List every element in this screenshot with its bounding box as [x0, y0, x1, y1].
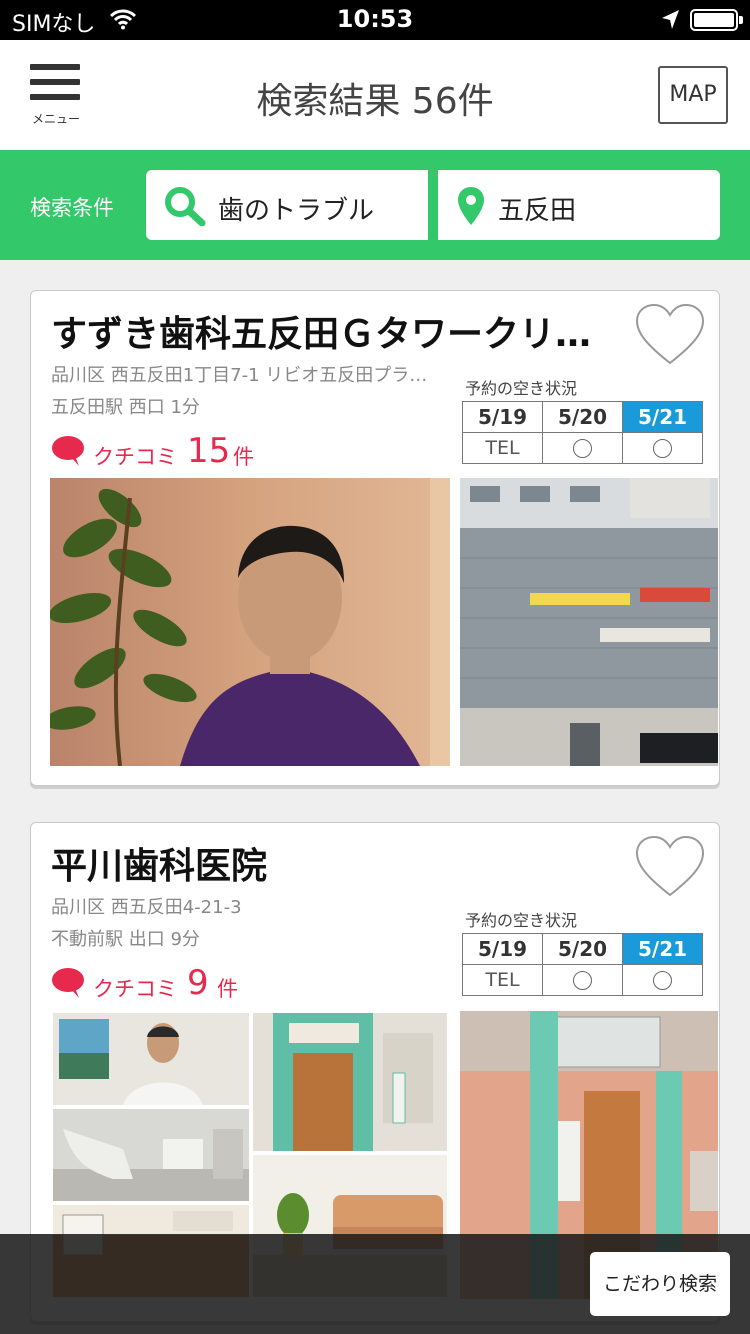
date-cell-selected: 5/21: [622, 401, 703, 433]
clinic-address: 品川区 西五反田1丁目7-1 リビオ五反田プラ…: [51, 365, 428, 386]
slot-cell[interactable]: [622, 432, 703, 464]
page-title: 検索結果 56件: [256, 81, 494, 122]
app-header: メニュー 検索結果 56件 MAP: [0, 40, 750, 150]
speech-bubble-icon: [51, 967, 85, 1003]
review-label: クチコミ: [93, 445, 177, 469]
favorite-heart-icon[interactable]: [635, 835, 705, 899]
clinic-station: 不動前駅 出口 9分: [51, 929, 200, 950]
hamburger-icon: [30, 64, 80, 70]
search-icon: [164, 186, 206, 230]
available-circle-icon: [653, 439, 672, 458]
slot-cell[interactable]: TEL: [462, 964, 543, 996]
available-circle-icon: [653, 971, 672, 990]
location-value: 五反田: [498, 196, 577, 226]
date-cell: 5/19: [462, 401, 543, 433]
favorite-heart-icon[interactable]: [635, 303, 705, 367]
entrance-photo[interactable]: [253, 1013, 447, 1151]
clock: 10:53: [336, 5, 414, 33]
slot-cell[interactable]: [542, 964, 623, 996]
dentist-photo[interactable]: [53, 1013, 249, 1105]
review-unit: 件: [233, 445, 254, 469]
keyword-field[interactable]: 歯のトラブル: [146, 170, 428, 240]
location-field[interactable]: 五反田: [438, 170, 720, 240]
availability-title: 予約の空き状況: [465, 379, 578, 398]
available-circle-icon: [573, 439, 592, 458]
date-cell-selected: 5/21: [622, 933, 703, 965]
clinic-name[interactable]: 平川歯科医院: [51, 837, 267, 889]
slot-cell[interactable]: [542, 432, 623, 464]
treatment-room-photo[interactable]: [53, 1109, 249, 1201]
slot-cell[interactable]: [622, 964, 703, 996]
status-bar: SIMなし 10:53: [0, 0, 750, 40]
bottom-action-bar: こだわり検索: [0, 1234, 750, 1334]
review-count: 9: [187, 963, 209, 1003]
date-cell: 5/19: [462, 933, 543, 965]
clinic-station: 五反田駅 西口 1分: [51, 397, 200, 418]
review-count: 15: [187, 431, 231, 471]
clinic-address: 品川区 西五反田4-21-3: [51, 897, 242, 918]
battery-tip: [739, 16, 743, 24]
date-cell: 5/20: [542, 401, 623, 433]
detailed-search-button[interactable]: こだわり検索: [590, 1252, 730, 1316]
available-circle-icon: [573, 971, 592, 990]
battery-icon: [690, 9, 738, 31]
dentist-photo[interactable]: [50, 478, 450, 766]
review-unit: 件: [217, 977, 238, 1001]
location-arrow-icon: [660, 9, 680, 35]
clinic-building-photo[interactable]: [460, 478, 718, 766]
clinic-card[interactable]: すずき歯科五反田Ｇタワークリ… 品川区 西五反田1丁目7-1 リビオ五反田プラ……: [30, 290, 720, 786]
availability-table: 5/19 5/20 5/21 TEL: [462, 933, 703, 996]
clinic-name[interactable]: すずき歯科五反田Ｇタワークリ…: [51, 305, 591, 357]
map-pin-icon: [456, 186, 486, 230]
availability-title: 予約の空き状況: [465, 911, 578, 930]
map-button[interactable]: MAP: [658, 66, 728, 124]
availability-table: 5/19 5/20 5/21 TEL: [462, 401, 703, 464]
speech-bubble-icon: [51, 435, 85, 471]
review-label: クチコミ: [93, 977, 177, 1001]
date-cell: 5/20: [542, 933, 623, 965]
slot-cell[interactable]: TEL: [462, 432, 543, 464]
search-conditions-label: 検索条件: [30, 196, 114, 220]
search-conditions-bar: 検索条件 歯のトラブル 五反田: [0, 150, 750, 260]
keyword-value: 歯のトラブル: [218, 196, 375, 226]
